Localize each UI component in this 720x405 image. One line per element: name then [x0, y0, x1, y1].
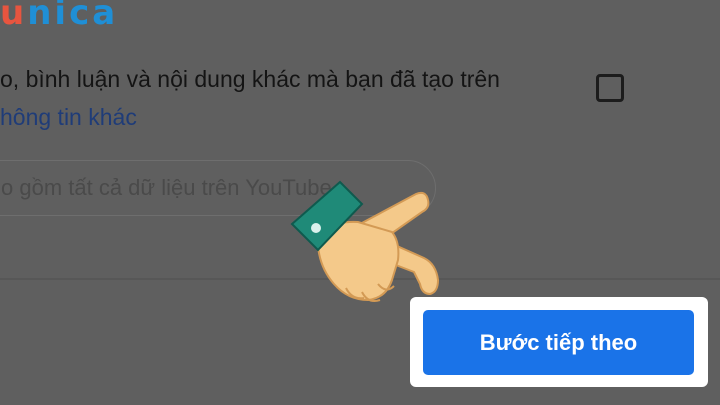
unica-logo: u nica [0, 0, 118, 38]
more-info-link[interactable]: hông tin khác [0, 104, 137, 131]
logo-letter-u: u [0, 0, 28, 33]
next-step-button[interactable]: Bước tiếp theo [423, 310, 694, 375]
screen: u nica o, bình luận và nội dung khác mà b… [0, 0, 720, 405]
consent-checkbox[interactable] [596, 74, 624, 102]
logo-letters-nica: nica [27, 0, 119, 33]
consent-description: o, bình luận và nội dung khác mà bạn đã … [0, 66, 500, 92]
pointing-hand-icon [290, 180, 440, 302]
data-search-text: o gồm tất cả dữ liệu trên YouTube [1, 175, 332, 200]
